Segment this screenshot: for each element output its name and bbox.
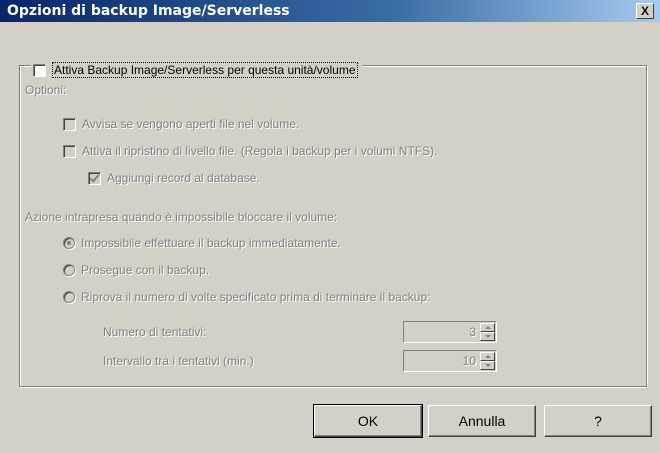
add-db-records-box[interactable] [88, 171, 101, 185]
enable-backup-checkbox[interactable]: Attiva Backup Image/Serverless per quest… [31, 60, 362, 80]
interval-value: 10 [462, 354, 476, 368]
retries-up-arrow-icon[interactable] [480, 323, 495, 332]
file-level-restore-label: Attiva il ripristino di livello file. (R… [82, 144, 438, 158]
interval-down-arrow-icon[interactable] [480, 361, 495, 370]
radio-retry[interactable]: Riprova il numero di volte specificato p… [63, 288, 430, 306]
file-level-restore-box[interactable] [63, 144, 76, 158]
enable-backup-label: Attiva Backup Image/Serverless per quest… [52, 62, 358, 78]
close-button[interactable]: X [636, 3, 654, 19]
radio-continue-backup[interactable]: Prosegue con il backup. [63, 261, 209, 279]
help-button[interactable]: ? [544, 405, 652, 437]
ok-button[interactable]: OK [313, 404, 423, 438]
enable-backup-checkbox-box[interactable] [33, 63, 46, 77]
radio-continue-backup-label: Prosegue con il backup. [81, 263, 210, 277]
retries-stepper[interactable]: 3 [403, 321, 497, 343]
add-db-records-checkbox[interactable]: Aggiungi record al database. [88, 169, 260, 187]
radio-continue-backup-dot[interactable] [63, 264, 75, 276]
cancel-button[interactable]: Annulla [428, 405, 536, 437]
warn-open-files-label: Avvisa se vengono aperti file nel volume… [82, 117, 300, 131]
interval-stepper[interactable]: 10 [403, 350, 497, 372]
add-db-records-label: Aggiungi record al database. [107, 171, 260, 185]
interval-label: Intervallo tra i tentativi (min.) [103, 354, 254, 368]
retries-label: Numero di tentativi: [103, 325, 207, 339]
retries-value: 3 [469, 325, 476, 339]
window-title: Opzioni di backup Image/Serverless [7, 3, 290, 19]
title-bar: Opzioni di backup Image/Serverless X [0, 0, 660, 22]
radio-backup-immediately[interactable]: Impossibile effettuare il backup immedia… [63, 234, 341, 252]
radio-backup-immediately-dot[interactable] [63, 237, 75, 249]
action-heading: Azione intrapresa quando è impossibile b… [25, 210, 338, 224]
retries-down-arrow-icon[interactable] [480, 332, 495, 341]
warn-open-files-checkbox[interactable]: Avvisa se vengono aperti file nel volume… [63, 115, 299, 133]
interval-up-arrow-icon[interactable] [480, 352, 495, 361]
radio-retry-label: Riprova il numero di volte specificato p… [81, 290, 431, 304]
radio-backup-immediately-label: Impossibile effettuare il backup immedia… [81, 236, 341, 250]
file-level-restore-checkbox[interactable]: Attiva il ripristino di livello file. (R… [63, 142, 437, 160]
options-heading: Optioni: [25, 83, 67, 97]
warn-open-files-box[interactable] [63, 117, 76, 131]
close-icon: X [640, 4, 649, 18]
radio-retry-dot[interactable] [63, 291, 75, 303]
